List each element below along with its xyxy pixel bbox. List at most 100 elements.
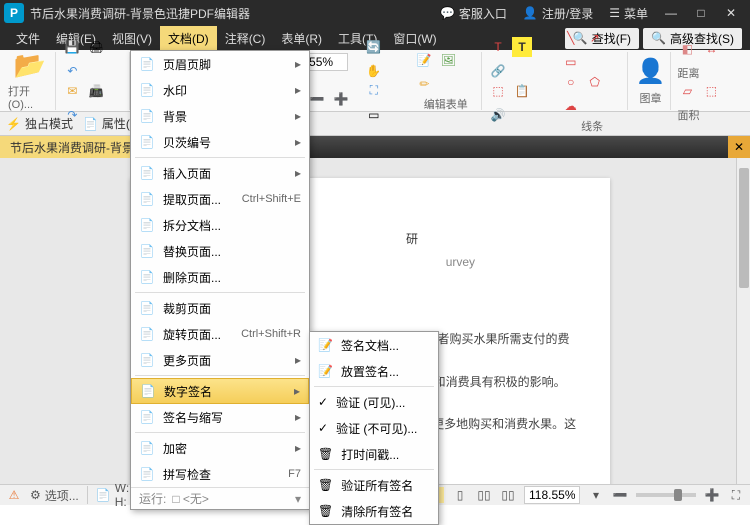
link-icon[interactable]: 🔗 (488, 61, 508, 81)
dropdown-item-2[interactable]: 📄背景▸ (131, 103, 309, 129)
dropdown-run-row[interactable]: 运行:□ <无>▾ (131, 487, 309, 509)
select-icon[interactable]: ▭ (364, 105, 384, 125)
item-icon: 📄 (139, 165, 155, 181)
zoom-status-input[interactable] (524, 486, 580, 504)
highlight-icon[interactable]: T (512, 37, 532, 57)
exclusive-mode-button[interactable]: ⚡独占模式 (6, 115, 73, 132)
text-edit-icon[interactable]: 📝 (414, 50, 434, 70)
polygon-icon[interactable]: ⬠ (585, 72, 605, 92)
person-stamp-icon[interactable]: 👤 (634, 56, 666, 88)
audio-icon[interactable]: 🔊 (488, 105, 508, 125)
dropdown-item-9[interactable]: 📄删除页面... (131, 264, 309, 290)
dropdown-item-19[interactable]: 📄拼写检查F7 (131, 461, 309, 487)
email-icon[interactable]: ✉ (62, 81, 82, 101)
menu-form[interactable]: 表单(R) (273, 26, 330, 50)
menu-file[interactable]: 文件 (8, 26, 48, 50)
zoom-input[interactable] (304, 53, 348, 71)
hand-icon[interactable]: ✋ (364, 61, 384, 81)
note-icon[interactable]: 📋 (512, 81, 532, 101)
dropdown-item-6[interactable]: 📄提取页面...Ctrl+Shift+E (131, 186, 309, 212)
zoom-in-status-icon[interactable]: ➕ (704, 487, 720, 503)
submenu-item-4[interactable]: ✓验证 (不可见)... (310, 415, 438, 441)
perimeter-icon[interactable]: ⬚ (701, 81, 721, 101)
vertical-scrollbar[interactable] (736, 158, 750, 484)
menu-annotation[interactable]: 注释(C) (217, 26, 274, 50)
submenu-label: 验证所有签名 (341, 477, 413, 494)
layout-cont-facing-icon[interactable]: ▯▯ (500, 487, 516, 503)
zoom-slider[interactable] (636, 493, 696, 497)
login-button[interactable]: 👤注册/登录 (515, 5, 601, 22)
cloud-icon[interactable]: ☁ (561, 96, 581, 116)
print-icon[interactable]: 🖨 (86, 37, 106, 57)
dropdown-item-0[interactable]: 📄页眉页脚▸ (131, 51, 309, 77)
tab-close-all[interactable]: ✕ (728, 136, 750, 158)
dropdown-item-13[interactable]: 📄更多页面▸ (131, 347, 309, 373)
item-label: 裁剪页面 (163, 300, 301, 317)
image-edit-icon[interactable]: 🖼 (438, 50, 458, 70)
item-icon: 📄 (139, 56, 155, 72)
distance-icon[interactable]: ↔ (701, 39, 721, 59)
submenu-item-0[interactable]: 📝签名文档... (310, 332, 438, 358)
item-label: 水印 (163, 82, 287, 99)
file-ops-group: 💾 🖨 ↶ ✉ 📠 ↷ (58, 52, 130, 110)
support-button[interactable]: 💬客服入口 (432, 5, 515, 22)
close-button[interactable]: ✕ (716, 6, 746, 20)
dropdown-item-12[interactable]: 📄旋转页面...Ctrl+Shift+R (131, 321, 309, 347)
submenu-label: 放置签名... (341, 363, 399, 380)
submenu-icon: 🗑 (318, 504, 333, 518)
dropdown-item-1[interactable]: 📄水印▸ (131, 77, 309, 103)
open-icon[interactable]: 📂 (14, 50, 46, 81)
submenu-label: 打时间戳... (341, 446, 399, 463)
submenu-item-1[interactable]: 📝放置签名... (310, 358, 438, 384)
stamp-icon[interactable]: ⬚ (488, 81, 508, 101)
dropdown-item-11[interactable]: 📄裁剪页面 (131, 295, 309, 321)
rotate-icon[interactable]: 🔄 (364, 37, 384, 57)
zoom-in-icon[interactable]: ➕ (331, 89, 351, 109)
item-icon: 📄 (139, 269, 155, 285)
submenu-icon: ✓ (318, 421, 328, 435)
dropdown-item-16[interactable]: 📄签名与缩写▸ (131, 404, 309, 430)
dropdown-item-15[interactable]: 📄数字签名▸ (131, 378, 309, 404)
submenu-item-3[interactable]: ✓验证 (可见)... (310, 389, 438, 415)
submenu-item-8[interactable]: 🗑清除所有签名 (310, 498, 438, 524)
scan-icon[interactable]: 📠 (86, 81, 106, 101)
minimize-button[interactable]: — (656, 6, 686, 20)
submenu-icon: ✓ (318, 395, 328, 409)
dropdown-item-7[interactable]: 📄 拆分文档... (131, 212, 309, 238)
item-icon: 📄 (139, 217, 155, 233)
dropdown-item-5[interactable]: 📄插入页面▸ (131, 160, 309, 186)
measure-group: ◧ ↔ 距离 ▱ ⬚ 面积 (673, 52, 746, 110)
menu-button[interactable]: ☰菜单 (601, 5, 656, 22)
eraser-icon[interactable]: ◧ (677, 39, 697, 59)
line-icon[interactable]: ╲ (561, 28, 581, 48)
zoom-dropdown-icon[interactable]: ▾ (588, 487, 604, 503)
item-icon: 📄 (139, 352, 155, 368)
dropdown-item-8[interactable]: 📄替换页面... (131, 238, 309, 264)
rect-icon[interactable]: ▭ (561, 52, 581, 72)
maximize-button[interactable]: □ (686, 6, 716, 20)
menu-document[interactable]: 文档(D) (160, 26, 217, 50)
layout-facing-icon[interactable]: ▯▯ (476, 487, 492, 503)
titlebar: P 节后水果消费调研-背景色迅捷PDF编辑器 💬客服入口 👤注册/登录 ☰菜单 … (0, 0, 750, 26)
arrow-icon[interactable]: ↗ (585, 28, 605, 48)
area-icon[interactable]: ▱ (677, 81, 697, 101)
undo-icon[interactable]: ↶ (62, 61, 82, 81)
dropdown-item-18[interactable]: 📄加密▸ (131, 435, 309, 461)
warning-icon[interactable]: ⚠ (6, 487, 22, 503)
pencil-icon[interactable]: ✏ (414, 74, 434, 94)
item-label: 拆分文档... (163, 217, 301, 234)
scrollbar-thumb[interactable] (739, 168, 749, 288)
zoom-out-status-icon[interactable]: ➖ (612, 487, 628, 503)
layout-continuous-icon[interactable]: ▯ (452, 487, 468, 503)
save-icon[interactable]: 💾 (62, 37, 82, 57)
fullscreen-icon[interactable]: ⛶ (728, 487, 744, 503)
edit-group: 📝 🖼 ✏ 编辑表单 (410, 52, 482, 110)
view-mode-group: 🔄 ✋ ⛶ ▭ (360, 52, 409, 110)
submenu-item-7[interactable]: 🗑验证所有签名 (310, 472, 438, 498)
submenu-item-5[interactable]: 🗑打时间戳... (310, 441, 438, 467)
options-button[interactable]: ⚙选项... (30, 486, 88, 504)
text-box-icon[interactable]: T (488, 37, 508, 57)
fit-icon[interactable]: ⛶ (364, 81, 384, 101)
dropdown-item-3[interactable]: 📄贝茨编号▸ (131, 129, 309, 155)
circle-icon[interactable]: ○ (561, 72, 581, 92)
